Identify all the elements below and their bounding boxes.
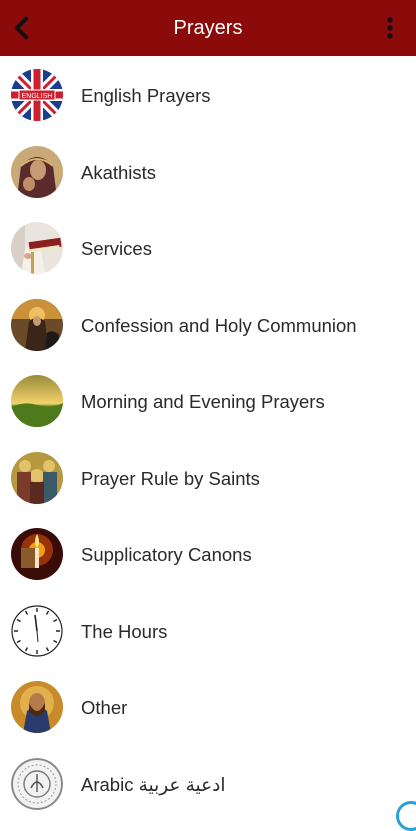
flag-badge-text: ENGLISH: [22, 93, 53, 100]
list-item-akathists[interactable]: Akathists: [0, 133, 416, 210]
list-item-label: Other: [81, 697, 128, 718]
app-bar: Prayers: [0, 0, 416, 56]
list-item-label: Supplicatory Canons: [81, 544, 252, 565]
confession-icon: [11, 298, 63, 351]
sunrise-landscape-icon: [11, 375, 63, 427]
floating-hint-icon[interactable]: [396, 801, 416, 831]
list-item-other[interactable]: Other: [0, 668, 416, 745]
more-vertical-icon: [387, 17, 393, 39]
clock-icon: [11, 604, 63, 657]
list-item-label: Morning and Evening Prayers: [81, 391, 325, 412]
list-item-arabic[interactable]: Arabic ادعية عربية: [0, 745, 416, 831]
prayer-category-list: ENGLISH English Prayers Akathists Servic…: [0, 56, 416, 831]
list-item-label: Arabic ادعية عربية: [81, 773, 226, 795]
list-item-services[interactable]: Services: [0, 209, 416, 286]
candle-icon: [11, 528, 63, 580]
page-title: Prayers: [173, 17, 243, 39]
overflow-menu-button[interactable]: [384, 16, 396, 42]
christ-icon: [11, 681, 63, 733]
list-item-label: Prayer Rule by Saints: [81, 467, 260, 489]
arabic-seal-icon: [11, 757, 63, 810]
list-item-label: Confession and Holy Communion: [81, 314, 357, 336]
list-item-confession-communion[interactable]: Confession and Holy Communion: [0, 286, 416, 363]
list-item-the-hours[interactable]: The Hours: [0, 592, 416, 669]
list-item-prayer-rule-saints[interactable]: Prayer Rule by Saints: [0, 439, 416, 516]
saints-icon: [11, 451, 63, 504]
list-item-english-prayers[interactable]: ENGLISH English Prayers: [0, 56, 416, 133]
list-item-label: The Hours: [81, 620, 168, 642]
list-item-label: English Prayers: [81, 85, 211, 106]
list-item-morning-evening[interactable]: Morning and Evening Prayers: [0, 362, 416, 439]
list-item-label: Services: [81, 238, 152, 259]
uk-flag-icon: ENGLISH: [11, 69, 63, 121]
list-item-supplicatory-canons[interactable]: Supplicatory Canons: [0, 515, 416, 592]
theotokos-icon: [11, 145, 63, 198]
priest-book-icon: [11, 222, 63, 274]
list-item-label: Akathists: [81, 161, 157, 183]
